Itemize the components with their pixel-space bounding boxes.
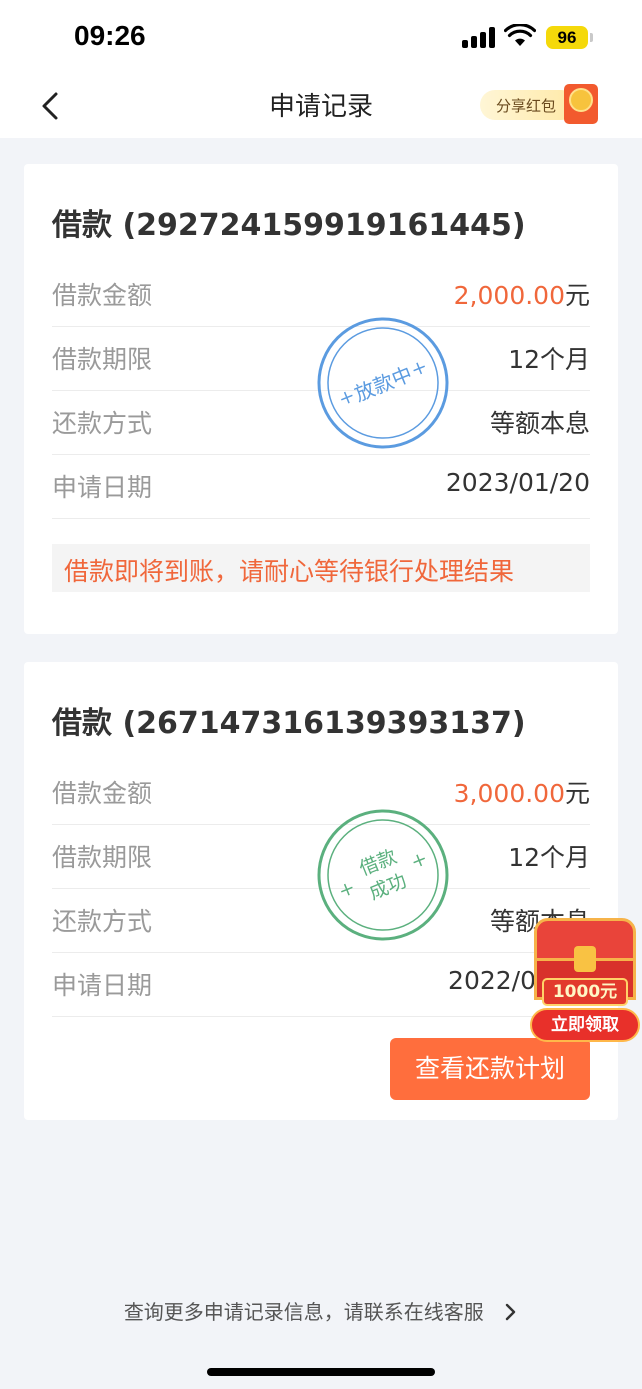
status-time: 09:26 xyxy=(74,20,146,51)
chevron-right-icon xyxy=(505,1303,516,1321)
loan-term-value: 12个月 xyxy=(508,345,590,374)
nav-bar: 申请记录 分享红包 xyxy=(0,76,642,138)
loan-amount-value: 3,000.00元 xyxy=(454,774,590,810)
loan-card: 借款 (292724159919161445) 借款金额 2,000.00元 借… xyxy=(24,164,618,634)
row-label: 借款期限 xyxy=(52,843,153,872)
loan-success-stamp: 借款 成功 xyxy=(316,808,450,942)
cellular-signal-icon xyxy=(462,26,496,48)
application-date-value: 2022/0 xyxy=(448,966,536,995)
amount-number: 3,000.00 xyxy=(453,779,565,808)
row-label: 借款期限 xyxy=(52,345,153,374)
battery-tip xyxy=(590,33,593,42)
repayment-method-value: 等额本息 xyxy=(489,409,590,438)
loan-title: 借款 (292724159919161445) xyxy=(52,208,526,243)
wifi-icon xyxy=(504,24,536,46)
red-envelope-icon[interactable] xyxy=(564,84,598,124)
status-bar: 09:26 96 xyxy=(0,0,642,76)
claim-now-button[interactable]: 立即领取 xyxy=(530,1008,640,1042)
treasure-chest-promo[interactable]: 1000元 立即领取 xyxy=(528,918,642,1046)
application-date-value: 2023/01/20 xyxy=(445,468,590,497)
row-label: 申请日期 xyxy=(52,971,153,1000)
row-label: 借款金额 xyxy=(52,779,153,808)
view-repayment-plan-button[interactable]: 查看还款计划 xyxy=(390,1038,590,1100)
row-label: 还款方式 xyxy=(52,409,153,438)
disbursing-stamp: 放款中 xyxy=(316,316,450,450)
application-date-row: 申请日期 2023/01/20 xyxy=(52,454,590,519)
row-label: 借款金额 xyxy=(52,281,153,310)
loan-amount-value: 2,000.00元 xyxy=(454,276,590,312)
row-label: 申请日期 xyxy=(52,473,153,502)
row-label: 还款方式 xyxy=(52,907,153,936)
stamp-text: 放款中 xyxy=(351,362,416,407)
battery-indicator: 96 xyxy=(546,26,588,49)
home-indicator xyxy=(207,1368,435,1376)
notice-text: 借款即将到账，请耐心等待银行处理结果 xyxy=(64,557,515,586)
share-red-packet-label: 分享红包 xyxy=(496,97,557,115)
loan-term-value: 12个月 xyxy=(508,843,590,872)
contact-service-link[interactable]: 查询更多申请记录信息，请联系在线客服 xyxy=(0,1296,642,1325)
lock-icon xyxy=(574,946,596,972)
gold-coin-icon xyxy=(569,88,593,112)
amount-unit: 元 xyxy=(564,281,590,310)
amount-number: 2,000.00 xyxy=(453,281,565,310)
application-date-row: 申请日期 2022/0 xyxy=(52,952,590,1017)
loan-title: 借款 (267147316139393137) xyxy=(52,706,526,741)
amount-unit: 元 xyxy=(564,779,590,808)
status-notice: 借款即将到账，请耐心等待银行处理结果 xyxy=(52,544,590,592)
reward-amount: 1000元 xyxy=(542,978,628,1006)
footer-link-text: 查询更多申请记录信息，请联系在线客服 xyxy=(123,1300,484,1324)
share-red-packet-button[interactable]: 分享红包 xyxy=(480,90,576,120)
